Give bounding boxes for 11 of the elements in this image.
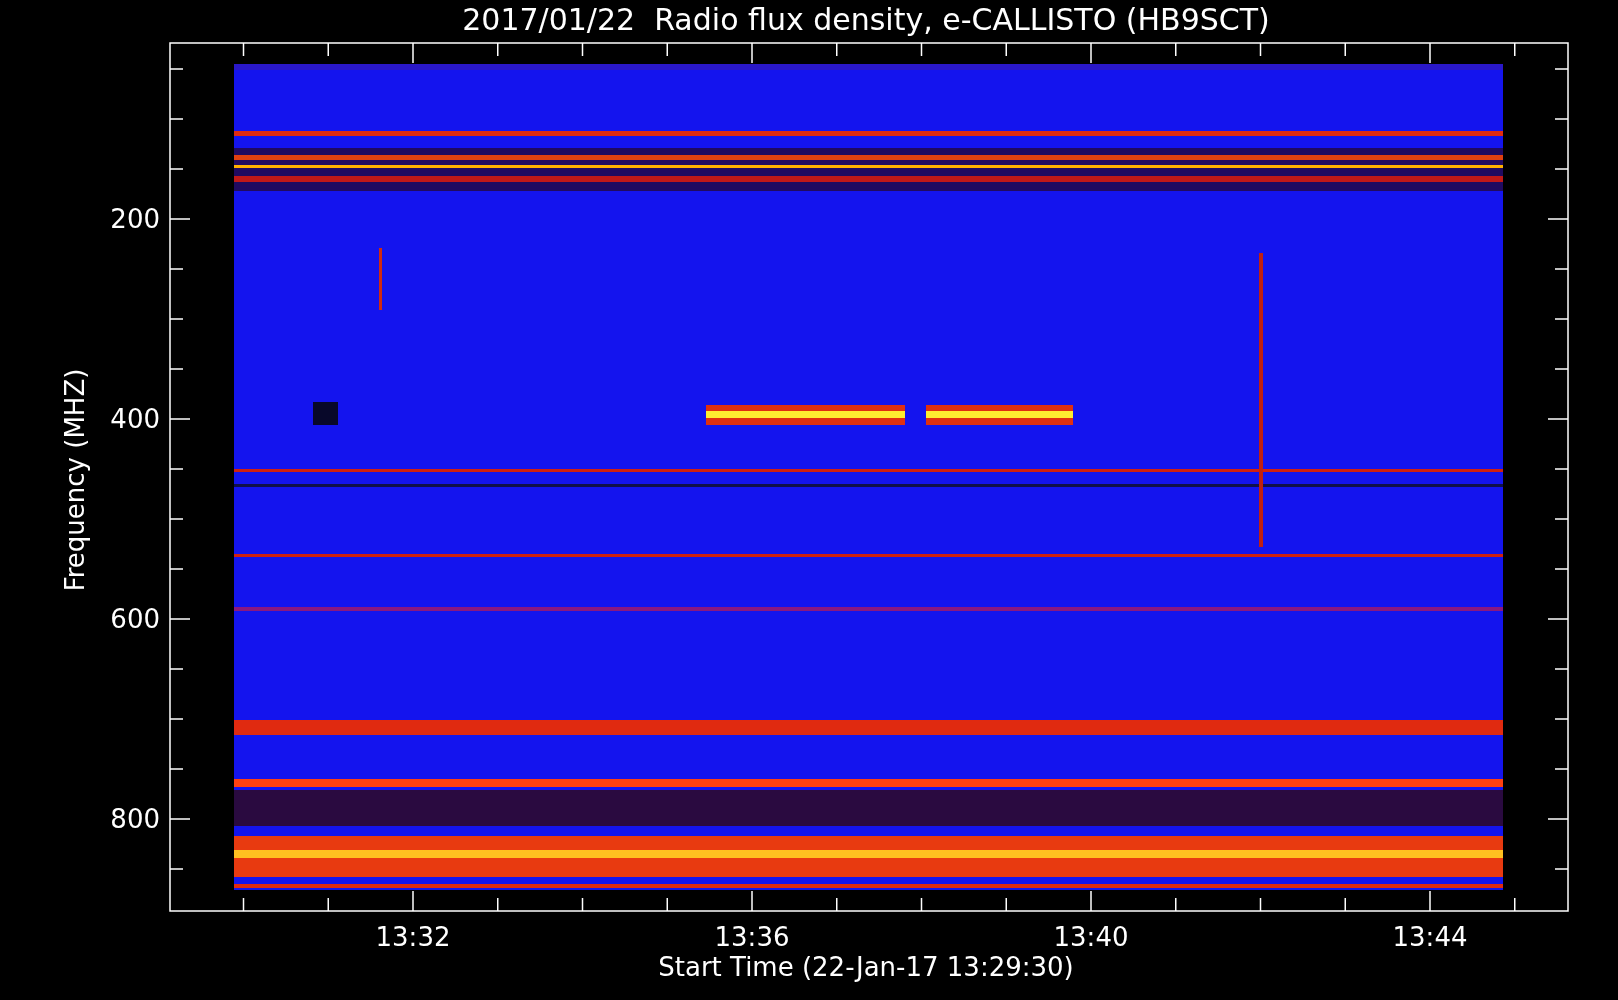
y-tick-label: 400 bbox=[110, 404, 160, 434]
y-axis-label: Frequency (MHZ) bbox=[60, 368, 90, 592]
chart-title: 2017/01/22 Radio flux density, e-CALLISTO (HB9SCT) bbox=[462, 2, 1270, 37]
x-tick-label: 13:36 bbox=[714, 922, 790, 952]
x-tick-label: 13:40 bbox=[1053, 922, 1129, 952]
x-tick-label: 13:32 bbox=[375, 922, 451, 952]
x-axis-label: Start Time (22-Jan-17 13:29:30) bbox=[658, 952, 1074, 982]
y-tick-label: 600 bbox=[110, 604, 160, 634]
y-tick-label: 800 bbox=[110, 804, 160, 834]
x-tick-label: 13:44 bbox=[1392, 922, 1468, 952]
y-tick-label: 200 bbox=[110, 204, 160, 234]
